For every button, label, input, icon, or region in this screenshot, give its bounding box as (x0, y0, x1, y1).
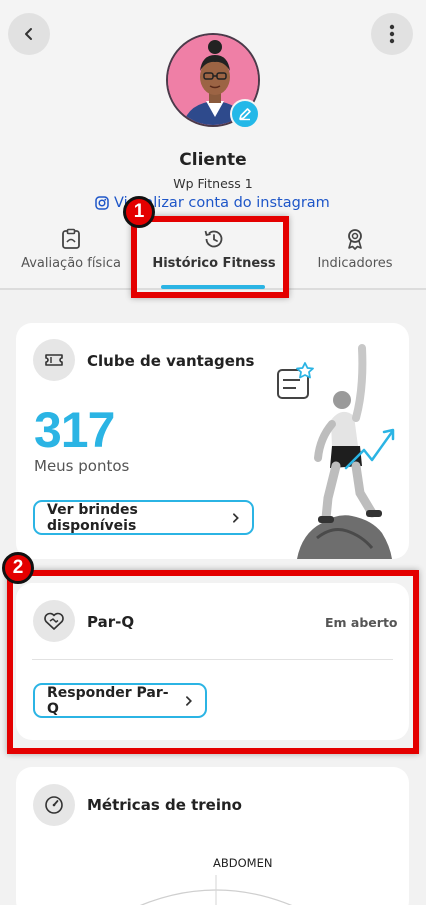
step-badge: 2 (2, 552, 34, 584)
pencil-icon (239, 108, 251, 121)
card-icon-holder (33, 784, 75, 826)
club-title: Clube de vantagens (87, 352, 255, 370)
clipboard-icon (62, 228, 80, 249)
client-subtitle: Wp Fitness 1 (173, 176, 253, 191)
tab-avaliacao-fisica[interactable]: Avaliação física (16, 226, 126, 271)
chevron-right-icon (233, 512, 240, 523)
award-icon (348, 229, 362, 250)
athlete-illustration (277, 344, 395, 559)
points-value: 317 (34, 402, 115, 458)
view-gifts-label: Ver brindes disponíveis (47, 501, 138, 534)
radar-axis-label: ABDOMEN (213, 856, 273, 870)
ticket-icon (45, 354, 63, 366)
metrics-title: Métricas de treino (87, 796, 242, 814)
client-name: Cliente (179, 150, 247, 170)
chevron-left-icon (25, 28, 32, 40)
metrics-card: Métricas de treino ABDOMEN (16, 767, 409, 905)
step-badge: 1 (123, 196, 155, 228)
avatar-container (166, 33, 260, 129)
tab-label: Avaliação física (21, 256, 121, 271)
tab-label: Indicadores (317, 256, 393, 271)
gauge-icon (45, 796, 63, 814)
back-button[interactable] (8, 13, 50, 55)
edit-photo-button[interactable] (230, 99, 260, 129)
club-card: Clube de vantagens 317 Meus pontos Ver b… (16, 323, 409, 559)
more-vertical-icon (389, 24, 395, 44)
more-options-button[interactable] (371, 13, 413, 55)
card-icon-holder (33, 339, 75, 381)
highlight-box-historico (131, 216, 289, 298)
radar-chart (140, 875, 292, 905)
view-gifts-button[interactable]: Ver brindes disponíveis (33, 500, 254, 535)
tab-indicadores[interactable]: Indicadores (305, 226, 405, 271)
instagram-icon (95, 196, 109, 210)
points-label: Meus pontos (34, 457, 130, 475)
highlight-box-parq (7, 570, 419, 754)
